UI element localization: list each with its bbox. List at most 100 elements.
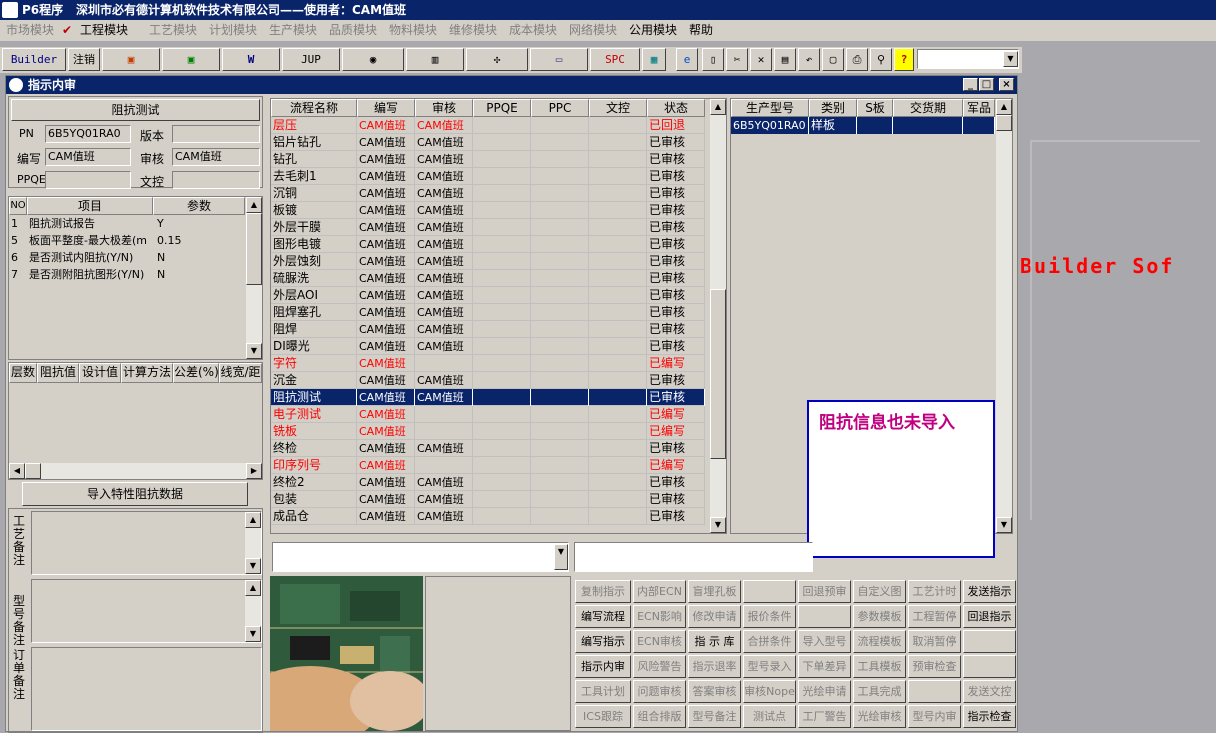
action-button-0-3[interactable] bbox=[743, 580, 796, 603]
action-button-1-5[interactable]: 参数模板 bbox=[853, 605, 906, 628]
flow-row[interactable]: 铝片钻孔 CAM值班 CAM值班 已审核 bbox=[271, 134, 705, 151]
action-button-1-7[interactable]: 回退指示 bbox=[963, 605, 1016, 628]
scroll-up-icon[interactable]: ▲ bbox=[246, 197, 262, 213]
flow-row[interactable]: 终检2 CAM值班 CAM值班 已审核 bbox=[271, 474, 705, 491]
action-button-2-0[interactable]: 编写指示 bbox=[575, 630, 631, 653]
calendar-icon[interactable]: ▦ bbox=[642, 48, 666, 71]
flow-row[interactable]: 外层AOI CAM值班 CAM值班 已审核 bbox=[271, 287, 705, 304]
new-doc-icon[interactable]: ▯ bbox=[702, 48, 724, 71]
flow-row[interactable]: 图形电镀 CAM值班 CAM值班 已审核 bbox=[271, 236, 705, 253]
editor-field[interactable]: CAM值班 bbox=[45, 148, 131, 166]
menu-network[interactable]: 网络模块 bbox=[569, 20, 617, 41]
scroll-thumb[interactable] bbox=[246, 213, 262, 285]
menu-common[interactable]: 公用模块 bbox=[629, 20, 677, 41]
flow-row[interactable]: 铣板 CAM值班 已编写 bbox=[271, 423, 705, 440]
tools-icon[interactable]: ✣ bbox=[466, 48, 528, 71]
word-icon[interactable]: W bbox=[222, 48, 280, 71]
help-icon[interactable]: ? bbox=[894, 48, 914, 71]
spc-button[interactable]: SPC bbox=[590, 48, 640, 71]
flow-row[interactable]: 沉铜 CAM值班 CAM值班 已审核 bbox=[271, 185, 705, 202]
action-button-0-1[interactable]: 内部ECN bbox=[633, 580, 686, 603]
action-button-2-6[interactable]: 取消暂停 bbox=[908, 630, 961, 653]
menu-engineering[interactable]: 工程模块 bbox=[80, 20, 128, 41]
process-note-field[interactable]: ▲ ▼ bbox=[31, 511, 262, 575]
param-row[interactable]: 5 板面平整度-最大极差(m 0.15 bbox=[9, 232, 245, 249]
action-button-5-0[interactable]: ICS跟踪 bbox=[575, 705, 631, 728]
flow-row[interactable]: 硫脲洗 CAM值班 CAM值班 已审核 bbox=[271, 270, 705, 287]
param-row[interactable]: 1 阻抗测试报告 Y bbox=[9, 215, 245, 232]
action-button-2-2[interactable]: 指 示 库 bbox=[688, 630, 741, 653]
scroll-down-icon[interactable]: ▼ bbox=[710, 517, 726, 533]
param-row[interactable]: 6 是否测试内阻抗(Y/N) N bbox=[9, 249, 245, 266]
maximize-icon[interactable]: □ bbox=[979, 78, 994, 91]
scroll-thumb[interactable] bbox=[710, 289, 726, 459]
toolbar-dropdown[interactable]: ▼ bbox=[917, 49, 1019, 69]
excel-icon[interactable]: ▣ bbox=[162, 48, 220, 71]
menu-plan[interactable]: 计划模块 bbox=[209, 20, 257, 41]
action-button-2-3[interactable]: 合拼条件 bbox=[743, 630, 796, 653]
doc-control-field[interactable] bbox=[172, 171, 260, 189]
scroll-thumb[interactable] bbox=[996, 115, 1012, 131]
action-button-0-6[interactable]: 工艺计时 bbox=[908, 580, 961, 603]
action-button-3-4[interactable]: 下单差异 bbox=[798, 655, 851, 678]
note1-scrollbar[interactable]: ▲ ▼ bbox=[245, 512, 261, 574]
action-button-0-2[interactable]: 盲埋孔板 bbox=[688, 580, 741, 603]
action-button-4-7[interactable]: 发送文控 bbox=[963, 680, 1016, 703]
preview-icon[interactable]: ▢ bbox=[822, 48, 844, 71]
action-button-1-4[interactable] bbox=[798, 605, 851, 628]
flow-combo[interactable]: ▼ bbox=[272, 542, 569, 572]
action-button-2-7[interactable] bbox=[963, 630, 1016, 653]
undo-icon[interactable]: ↶ bbox=[798, 48, 820, 71]
flow-row[interactable]: 阻焊塞孔 CAM值班 CAM值班 已审核 bbox=[271, 304, 705, 321]
action-button-5-2[interactable]: 型号备注 bbox=[688, 705, 741, 728]
computer-icon[interactable]: ▭ bbox=[530, 48, 588, 71]
menu-quality[interactable]: 品质模块 bbox=[329, 20, 377, 41]
menu-production[interactable]: 生产模块 bbox=[269, 20, 317, 41]
import-impedance-button[interactable]: 导入特性阻抗数据 bbox=[22, 482, 248, 506]
action-button-4-3[interactable]: 审核Nope bbox=[743, 680, 796, 703]
action-button-3-0[interactable]: 指示内审 bbox=[575, 655, 631, 678]
menu-cost[interactable]: 成本模块 bbox=[509, 20, 557, 41]
flow-row[interactable]: 阻抗测试 CAM值班 CAM值班 已审核 bbox=[271, 389, 705, 406]
action-button-3-3[interactable]: 型号录入 bbox=[743, 655, 796, 678]
action-button-1-2[interactable]: 修改申请 bbox=[688, 605, 741, 628]
scroll-up-icon[interactable]: ▲ bbox=[996, 99, 1012, 115]
auditor-field[interactable]: CAM值班 bbox=[172, 148, 260, 166]
param-row[interactable]: 7 是否测附阻抗图形(Y/N) N bbox=[9, 266, 245, 283]
action-button-0-0[interactable]: 复制指示 bbox=[575, 580, 631, 603]
pn-field[interactable]: 6B5YQ01RA0 bbox=[45, 125, 131, 143]
scroll-right-icon[interactable]: ▶ bbox=[246, 463, 262, 479]
scroll-down-icon[interactable]: ▼ bbox=[246, 343, 262, 359]
action-button-0-4[interactable]: 回退预审 bbox=[798, 580, 851, 603]
flow-row[interactable]: 电子测试 CAM值班 已编写 bbox=[271, 406, 705, 423]
flow-row[interactable]: 成品仓 CAM值班 CAM值班 已审核 bbox=[271, 508, 705, 525]
delete-icon[interactable]: ✕ bbox=[750, 48, 772, 71]
menu-process[interactable]: 工艺模块 bbox=[149, 20, 197, 41]
text-field[interactable] bbox=[574, 542, 813, 572]
find-icon[interactable]: ⚲ bbox=[870, 48, 892, 71]
scroll-up-icon[interactable]: ▲ bbox=[245, 580, 261, 596]
action-button-5-3[interactable]: 测试点 bbox=[743, 705, 796, 728]
action-button-1-1[interactable]: ECN影响 bbox=[633, 605, 686, 628]
flow-row[interactable]: 印序列号 CAM值班 已编写 bbox=[271, 457, 705, 474]
flow-row[interactable]: 终检 CAM值班 CAM值班 已审核 bbox=[271, 440, 705, 457]
flow-row[interactable]: 字符 CAM值班 已编写 bbox=[271, 355, 705, 372]
action-button-2-4[interactable]: 导入型号 bbox=[798, 630, 851, 653]
print-icon[interactable]: ⎙ bbox=[846, 48, 868, 71]
prod-row[interactable]: 6B5YQ01RA0 样板 bbox=[731, 117, 995, 134]
menu-market[interactable]: 市场模块 bbox=[6, 20, 54, 41]
flow-row[interactable]: 包装 CAM值班 CAM值班 已审核 bbox=[271, 491, 705, 508]
action-button-4-2[interactable]: 答案审核 bbox=[688, 680, 741, 703]
action-button-3-7[interactable] bbox=[963, 655, 1016, 678]
model-note-field[interactable]: ▲ ▼ bbox=[31, 579, 262, 643]
powerpoint-icon[interactable]: ▣ bbox=[102, 48, 160, 71]
chevron-down-icon[interactable]: ▼ bbox=[1003, 51, 1018, 67]
action-button-5-1[interactable]: 组合排版 bbox=[633, 705, 686, 728]
menu-repair[interactable]: 维修模块 bbox=[449, 20, 497, 41]
action-button-4-6[interactable] bbox=[908, 680, 961, 703]
action-button-1-0[interactable]: 编写流程 bbox=[575, 605, 631, 628]
cut-icon[interactable]: ✂ bbox=[726, 48, 748, 71]
menu-help[interactable]: 帮助 bbox=[689, 20, 713, 41]
action-button-0-7[interactable]: 发送指示 bbox=[963, 580, 1016, 603]
scroll-up-icon[interactable]: ▲ bbox=[710, 99, 726, 115]
